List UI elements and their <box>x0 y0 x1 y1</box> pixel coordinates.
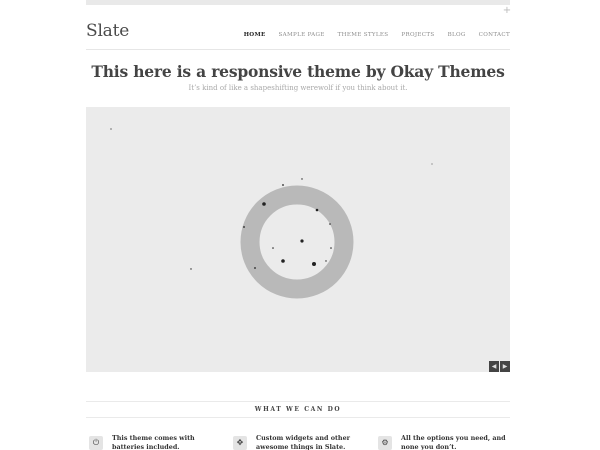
image-slider[interactable]: ◀ ▶ <box>86 107 510 372</box>
slide-image <box>110 128 433 299</box>
feature-widgets: ✥ Custom widgets and other awesome thing… <box>233 434 366 450</box>
main-navigation: HOME SAMPLE PAGE THEME STYLES PROJECTS B… <box>244 32 510 38</box>
feature-batteries: ⏻ This theme comes with batteries includ… <box>89 434 222 450</box>
chevron-left-icon[interactable]: ◀ <box>489 361 499 372</box>
nav-item-projects[interactable]: PROJECTS <box>401 32 434 38</box>
power-icon: ⏻ <box>89 436 103 450</box>
gear-icon: ⚙ <box>378 436 392 450</box>
feature-text: Custom widgets and other awesome things … <box>256 434 351 450</box>
slider-controls: ◀ ▶ <box>489 361 510 372</box>
section-divider-bottom <box>86 417 510 418</box>
nav-item-sample-page[interactable]: SAMPLE PAGE <box>279 32 325 38</box>
hero-subtitle: It’s kind of like a shapeshifting werewo… <box>188 84 408 92</box>
move-arrows-icon: ✥ <box>233 436 247 450</box>
feature-text: This theme comes with batteries included… <box>112 434 195 450</box>
site-header: Slate HOME SAMPLE PAGE THEME STYLES PROJ… <box>86 20 510 50</box>
section-divider-top <box>86 401 510 402</box>
section-heading: WHAT WE CAN DO <box>254 406 342 413</box>
chevron-right-icon[interactable]: ▶ <box>500 361 510 372</box>
slide-ring <box>240 185 354 299</box>
header-divider <box>86 49 510 50</box>
nav-item-blog[interactable]: BLOG <box>448 32 466 38</box>
nav-item-theme-styles[interactable]: THEME STYLES <box>338 32 389 38</box>
hero-title: This here is a responsive theme by Okay … <box>91 62 505 81</box>
nav-item-contact[interactable]: CONTACT <box>479 32 510 38</box>
top-bar <box>86 0 510 5</box>
feature-options: ⚙ All the options you need, and none you… <box>378 434 511 450</box>
plus-icon[interactable]: + <box>502 6 512 16</box>
nav-item-home[interactable]: HOME <box>244 32 266 38</box>
site-logo[interactable]: Slate <box>86 21 129 41</box>
feature-text: All the options you need, and none you d… <box>401 434 506 450</box>
